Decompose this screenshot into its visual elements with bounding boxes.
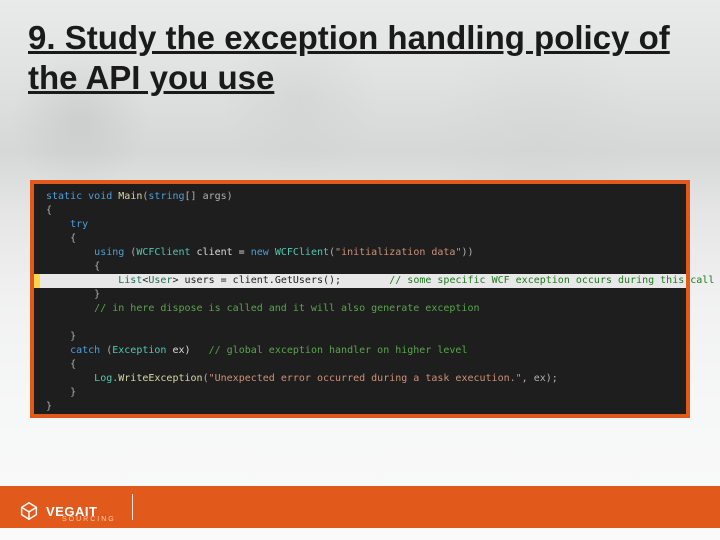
brace: } (70, 387, 76, 398)
indent (46, 233, 70, 244)
type-log: Log (94, 373, 112, 384)
kw-using: using (94, 247, 124, 258)
slide-title: 9. Study the exception handling policy o… (0, 0, 720, 97)
kw-try: try (70, 219, 88, 230)
paren: ( (100, 345, 112, 356)
id: ex) (166, 345, 208, 356)
brace: } (94, 289, 100, 300)
args: [] args) (185, 191, 233, 202)
brace: { (94, 261, 100, 272)
brace: } (70, 331, 76, 342)
brace: { (46, 205, 52, 216)
code-inner: static void Main(string[] args) { try { … (34, 184, 686, 414)
highlight-line-text: List<User> users = client.GetUsers(); //… (46, 274, 678, 288)
rest: , ex); (522, 373, 558, 384)
logo-subtext: SOURCING (62, 516, 116, 523)
type-wcfclient: WCFClient (275, 247, 329, 258)
id: users = client. (179, 275, 275, 286)
kw-string: string (148, 191, 184, 202)
meth-main: Main (118, 191, 142, 202)
kw-static: static (46, 191, 82, 202)
type-wcfclient: WCFClient (136, 247, 190, 258)
indent (46, 331, 70, 342)
logo-mark-icon (18, 500, 40, 522)
indent (46, 247, 94, 258)
string-lit: "Unexpected error occurred during a task… (209, 373, 522, 384)
indent (46, 261, 94, 272)
type-list: List (118, 275, 142, 286)
brace: } (46, 401, 52, 412)
code-block: static void Main(string[] args) { try { … (30, 180, 690, 418)
paren: )) (461, 247, 473, 258)
brace: { (70, 233, 76, 244)
comment: // in here dispose is called and it will… (94, 303, 479, 314)
meth-writeexception: WriteException (118, 373, 202, 384)
kw-new: new (251, 247, 269, 258)
indent (46, 373, 94, 384)
slide: 9. Study the exception handling policy o… (0, 0, 720, 540)
kw-catch: catch (70, 345, 100, 356)
code-text: static void Main(string[] args) { try { … (34, 184, 686, 420)
highlight-caret (34, 274, 40, 288)
kw-void: void (88, 191, 112, 202)
string-lit: "initialization data" (335, 247, 461, 258)
footer: VEGAIT SOURCING (0, 480, 720, 540)
indent (46, 359, 70, 370)
brace: { (70, 359, 76, 370)
footer-divider (132, 494, 133, 520)
type-user: User (148, 275, 172, 286)
indent (46, 275, 118, 286)
indent (46, 345, 70, 356)
paren: ( (124, 247, 136, 258)
indent (46, 387, 70, 398)
indent (46, 219, 70, 230)
indent (46, 303, 94, 314)
type-exception: Exception (112, 345, 166, 356)
meth-getusers: GetUsers (275, 275, 323, 286)
rest: (); (323, 275, 389, 286)
comment: // some specific WCF exception occurs du… (389, 275, 714, 286)
id: client = (191, 247, 251, 258)
indent (46, 289, 94, 300)
logo: VEGAIT SOURCING (18, 500, 97, 522)
comment: // global exception handler on higher le… (209, 345, 468, 356)
